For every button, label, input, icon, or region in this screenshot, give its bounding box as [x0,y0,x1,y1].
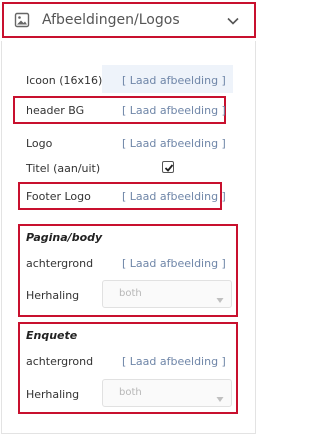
caret-down-icon [215,290,225,303]
header-bg-row: header BG [ Laad afbeelding ] [26,101,236,121]
enquete-repeat-label: Herhaling [26,388,80,401]
enquete-repeat-value: both [119,387,142,398]
header-bg-label: header BG [26,104,85,117]
logo-load-button[interactable]: [ Laad afbeelding ] [122,137,226,150]
pagina-body-title: Pagina/body [26,231,103,244]
caret-down-icon [215,389,225,402]
enquete-background-label: achtergrond [26,355,94,368]
footer-logo-label: Footer Logo [26,190,91,203]
header-bg-load-button[interactable]: [ Laad afbeelding ] [122,104,226,117]
checkmark-icon [164,164,174,172]
footer-logo-row: Footer Logo [ Laad afbeelding ] [26,187,236,207]
pagina-body-repeat-select[interactable]: both [102,280,232,308]
icon-row: Icoon (16x16) [ Laad afbeelding ] [26,65,236,93]
title-toggle-checkbox[interactable] [162,161,174,173]
enquete-title: Enquete [26,329,78,342]
chevron-down-icon[interactable] [226,13,240,27]
enquete-background-row: achtergrond [ Laad afbeelding ] [26,352,236,372]
pagina-body-background-row: achtergrond [ Laad afbeelding ] [26,254,236,274]
icon-label: Icoon (16x16) [26,74,103,87]
enquete-background-load-button[interactable]: [ Laad afbeelding ] [122,355,226,368]
logo-row: Logo [ Laad afbeelding ] [26,134,236,154]
pagina-body-background-load-button[interactable]: [ Laad afbeelding ] [122,257,226,270]
pagina-body-background-label: achtergrond [26,257,94,270]
logo-label: Logo [26,137,53,150]
enquete-repeat-select[interactable]: both [102,379,232,407]
icon-load-button[interactable]: [ Laad afbeelding ] [122,74,226,87]
panel-title: Afbeeldingen/Logos [42,12,180,28]
title-toggle-row: Titel (aan/uit) [26,159,236,179]
pagina-body-repeat-value: both [119,288,142,299]
title-toggle-label: Titel (aan/uit) [26,162,101,175]
footer-logo-load-button[interactable]: [ Laad afbeelding ] [122,190,226,203]
image-icon [14,12,30,28]
pagina-body-repeat-label: Herhaling [26,289,80,302]
panel-header[interactable]: Afbeeldingen/Logos [4,4,254,36]
